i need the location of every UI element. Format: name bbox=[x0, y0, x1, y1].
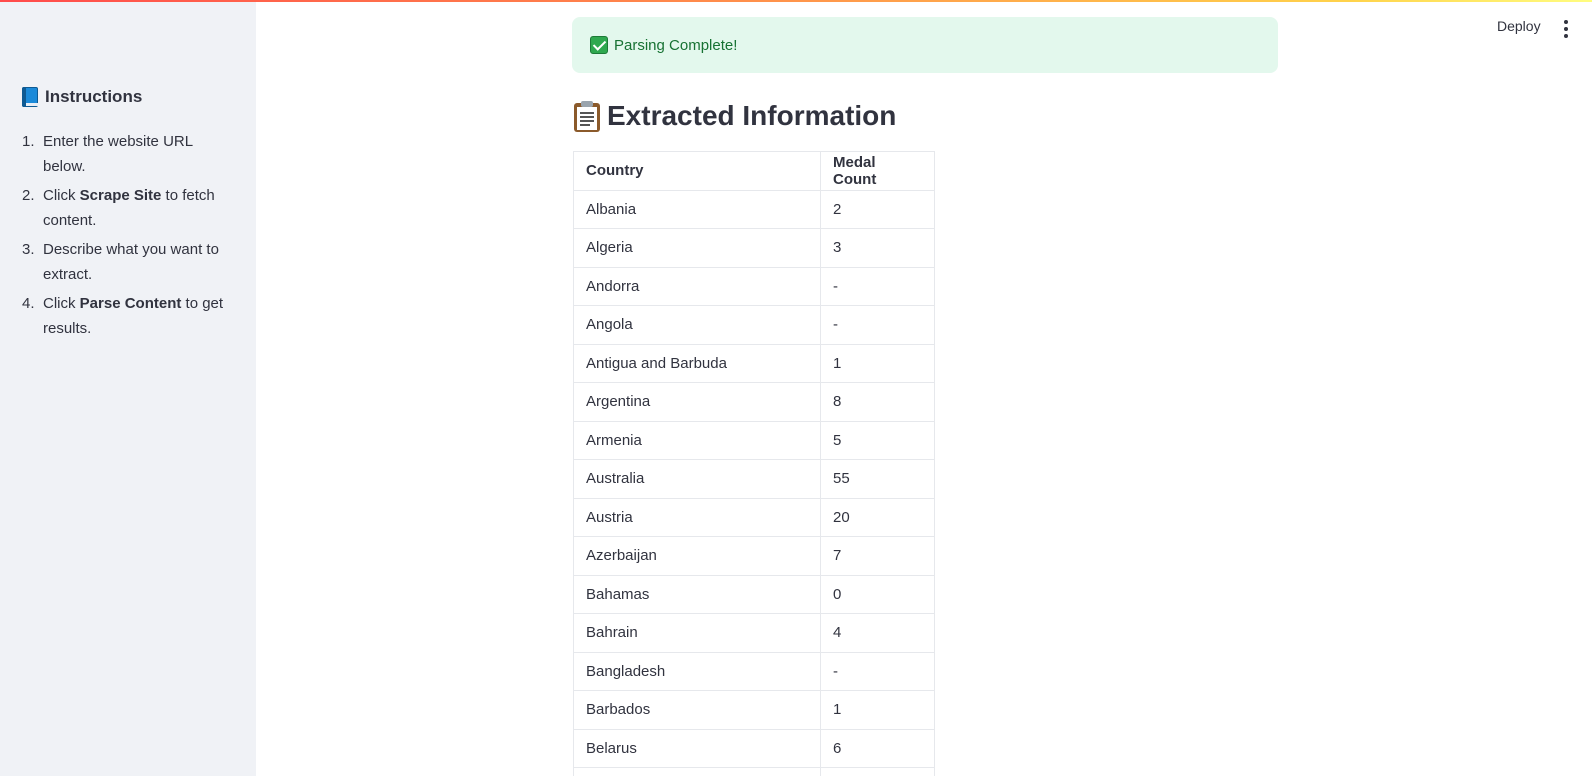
vertical-ellipsis-icon[interactable] bbox=[1562, 20, 1570, 38]
sidebar-title: Instructions bbox=[20, 86, 142, 108]
table-row: Belarus 6 bbox=[573, 728, 935, 768]
table-row: Barbados 1 bbox=[573, 690, 935, 730]
country-cell: Azerbaijan bbox=[573, 536, 821, 576]
table-row: Albania 2 bbox=[573, 189, 935, 229]
country-cell: Antigua and Barbuda bbox=[573, 343, 821, 383]
medal-count-cell: 6 bbox=[820, 728, 935, 768]
step-text: Enter the website URL below. bbox=[43, 133, 193, 175]
country-cell bbox=[573, 767, 821, 776]
table-row: Algeria 3 bbox=[573, 228, 935, 268]
clipboard-icon bbox=[573, 100, 601, 132]
medal-count-cell: 1 bbox=[820, 690, 935, 730]
country-cell: Bangladesh bbox=[573, 651, 821, 691]
country-cell: Belarus bbox=[573, 728, 821, 768]
step-text: Describe what you want to extract. bbox=[43, 241, 219, 283]
instruction-list: 1. Enter the website URL below. 2. Click Sc… bbox=[22, 129, 232, 345]
instruction-step: 4. Click Parse Content to get results. bbox=[22, 291, 232, 341]
medal-count-cell: 7 bbox=[820, 536, 935, 576]
alert-text: Parsing Complete! bbox=[614, 36, 738, 54]
sidebar-title-text: Instructions bbox=[45, 87, 143, 106]
check-mark-icon bbox=[590, 36, 608, 54]
medal-count-cell: 5 bbox=[820, 420, 935, 460]
medal-count-cell: 3 bbox=[820, 228, 935, 268]
table-row: Argentina 8 bbox=[573, 382, 935, 422]
country-cell: Albania bbox=[573, 189, 821, 229]
table-row: Bahrain 4 bbox=[573, 613, 935, 653]
table-row: Bangladesh - bbox=[573, 651, 935, 691]
page-title: Extracted Information bbox=[573, 100, 896, 132]
step-number: 2. bbox=[22, 187, 35, 204]
medal-count-cell: - bbox=[820, 651, 935, 691]
table-row: Angola - bbox=[573, 305, 935, 345]
step-text: Click bbox=[43, 295, 80, 312]
column-header-country: Country bbox=[573, 151, 821, 191]
blue-book-icon bbox=[20, 86, 39, 108]
page-title-text: Extracted Information bbox=[607, 100, 897, 131]
medal-count-cell: 2 bbox=[820, 189, 935, 229]
table-header-row: Country Medal Count bbox=[573, 151, 935, 191]
table-row: Australia 55 bbox=[573, 459, 935, 499]
medal-count-cell: 4 bbox=[820, 613, 935, 653]
step-action-name: Scrape Site bbox=[79, 187, 162, 204]
step-action-name: Parse Content bbox=[79, 295, 182, 312]
results-table: Country Medal Count Albania 2 Algeria 3 Ando… bbox=[573, 151, 935, 776]
instruction-step: 1. Enter the website URL below. bbox=[22, 129, 232, 179]
table-row: Bahamas 0 bbox=[573, 574, 935, 614]
medal-count-cell: 8 bbox=[820, 382, 935, 422]
country-cell: Angola bbox=[573, 305, 821, 345]
country-cell: Australia bbox=[573, 459, 821, 499]
step-number: 4. bbox=[22, 295, 35, 312]
country-cell: Bahamas bbox=[573, 574, 821, 614]
medal-count-cell: 20 bbox=[820, 497, 935, 537]
success-alert: Parsing Complete! bbox=[572, 17, 1278, 73]
country-cell: Bahrain bbox=[573, 613, 821, 653]
medal-count-cell: 55 bbox=[820, 459, 935, 499]
medal-count-cell bbox=[820, 767, 935, 776]
top-decoration-bar bbox=[0, 0, 1592, 2]
instruction-step: 3. Describe what you want to extract. bbox=[22, 237, 232, 287]
step-text: Click bbox=[43, 187, 80, 204]
table-row: Antigua and Barbuda 1 bbox=[573, 343, 935, 383]
country-cell: Algeria bbox=[573, 228, 821, 268]
table-row: Armenia 5 bbox=[573, 420, 935, 460]
step-number: 1. bbox=[22, 133, 35, 150]
sidebar: Instructions 1. Enter the website URL bel… bbox=[0, 0, 256, 776]
table-row: Azerbaijan 7 bbox=[573, 536, 935, 576]
country-cell: Barbados bbox=[573, 690, 821, 730]
step-number: 3. bbox=[22, 241, 35, 258]
medal-count-cell: 0 bbox=[820, 574, 935, 614]
country-cell: Austria bbox=[573, 497, 821, 537]
table-row: Austria 20 bbox=[573, 497, 935, 537]
country-cell: Argentina bbox=[573, 382, 821, 422]
medal-count-cell: 1 bbox=[820, 343, 935, 383]
medal-count-cell: - bbox=[820, 266, 935, 306]
country-cell: Armenia bbox=[573, 420, 821, 460]
deploy-button[interactable]: Deploy bbox=[1497, 18, 1541, 34]
country-cell: Andorra bbox=[573, 266, 821, 306]
instruction-step: 2. Click Scrape Site to fetch content. bbox=[22, 183, 232, 233]
table-row: Andorra - bbox=[573, 266, 935, 306]
column-header-medal-count: Medal Count bbox=[820, 151, 935, 191]
table-row bbox=[573, 767, 935, 776]
medal-count-cell: - bbox=[820, 305, 935, 345]
